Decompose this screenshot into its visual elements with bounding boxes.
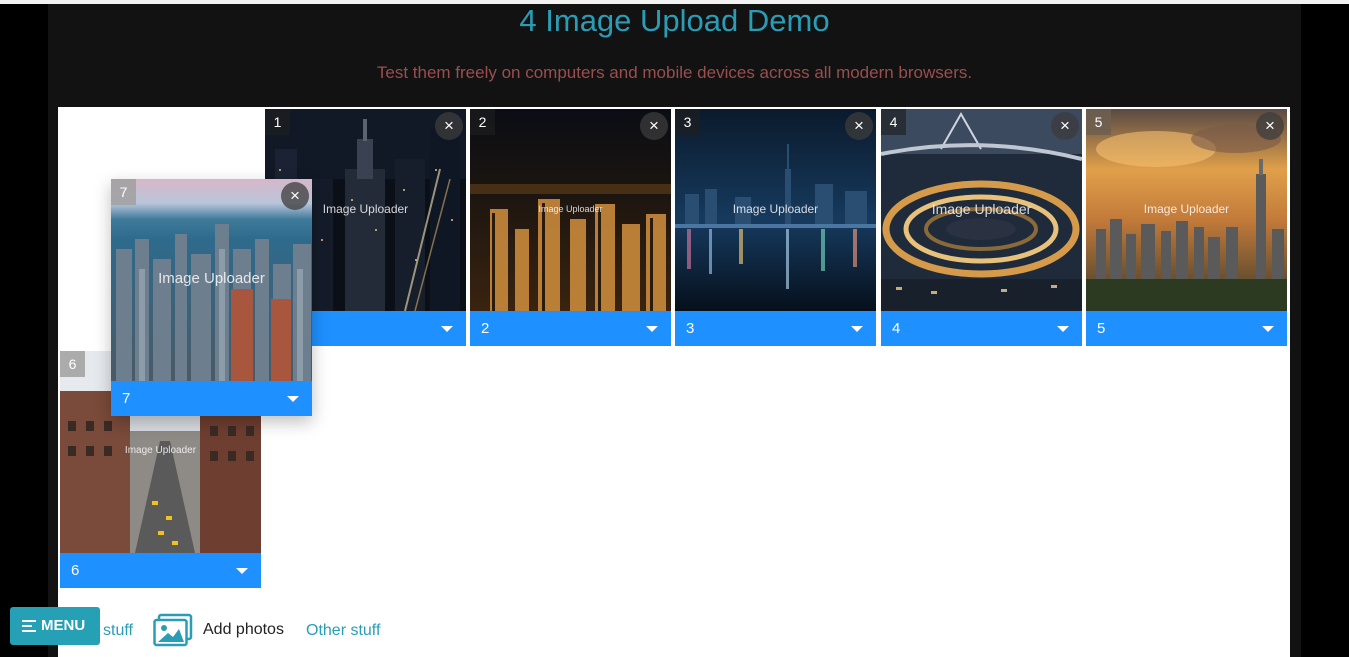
page-subtitle: Test them freely on computers and mobile… bbox=[376, 63, 973, 82]
image-watermark: Image Uploader bbox=[1143, 202, 1230, 216]
stuff-link[interactable]: stuff bbox=[103, 621, 133, 641]
image-index-badge: 3 bbox=[675, 109, 700, 135]
image-index-badge: 6 bbox=[60, 351, 85, 377]
add-photos-label: Add photos bbox=[203, 621, 284, 638]
image-tile[interactable]: Image Uploader 5 × 5 bbox=[1086, 109, 1287, 346]
close-icon[interactable]: × bbox=[640, 112, 668, 140]
image-order-select[interactable]: 7 bbox=[111, 381, 312, 416]
menu-label: MENU bbox=[41, 617, 86, 634]
image-index-badge: 7 bbox=[111, 179, 136, 205]
image-tile[interactable]: Image Uploader 4 × 4 bbox=[881, 109, 1082, 346]
photos-icon bbox=[153, 613, 193, 652]
chevron-down-icon bbox=[1262, 326, 1274, 332]
image-tile[interactable]: Image Uploader 2 × 2 bbox=[470, 109, 671, 346]
image-index-badge: 5 bbox=[1086, 109, 1111, 135]
image-index-badge: 4 bbox=[881, 109, 906, 135]
image-watermark: Image Uploader bbox=[538, 204, 603, 214]
other-stuff-link[interactable]: Other stuff bbox=[306, 621, 380, 641]
image-watermark: Image Uploader bbox=[931, 201, 1032, 217]
page-title: 4 Image Upload Demo bbox=[519, 3, 830, 38]
image-order-select[interactable]: 2 bbox=[470, 311, 671, 346]
chevron-down-icon bbox=[646, 326, 658, 332]
image-index-badge: 2 bbox=[470, 109, 495, 135]
select-value: 2 bbox=[481, 320, 490, 337]
close-icon[interactable]: × bbox=[435, 112, 463, 140]
chevron-down-icon bbox=[236, 568, 248, 574]
chevron-down-icon bbox=[851, 326, 863, 332]
close-icon[interactable]: × bbox=[1051, 112, 1079, 140]
menu-button[interactable]: MENU bbox=[10, 607, 100, 645]
select-value: 4 bbox=[892, 320, 901, 337]
image-watermark: Image Uploader bbox=[124, 445, 197, 456]
hamburger-icon bbox=[22, 620, 36, 632]
chevron-down-icon bbox=[1057, 326, 1069, 332]
image-order-select[interactable]: 4 bbox=[881, 311, 1082, 346]
select-value: 6 bbox=[71, 562, 80, 579]
uploader-panel: Image Uploader 1 × 1 bbox=[58, 107, 1290, 657]
image-tile[interactable]: Image Uploader 3 × 3 bbox=[675, 109, 876, 346]
close-icon[interactable]: × bbox=[1256, 112, 1284, 140]
image-order-select[interactable]: 5 bbox=[1086, 311, 1287, 346]
close-icon[interactable]: × bbox=[845, 112, 873, 140]
image-tile-dragging[interactable]: Image Uploader 7 × 7 bbox=[111, 179, 312, 416]
image-watermark: Image Uploader bbox=[158, 270, 265, 287]
chevron-down-icon bbox=[441, 326, 453, 332]
close-icon[interactable]: × bbox=[281, 182, 309, 210]
image-watermark: Image Uploader bbox=[732, 202, 819, 216]
select-value: 5 bbox=[1097, 320, 1106, 337]
image-index-badge: 1 bbox=[265, 109, 290, 135]
image-order-select[interactable]: 3 bbox=[675, 311, 876, 346]
chevron-down-icon bbox=[287, 396, 299, 402]
image-order-select[interactable]: 6 bbox=[60, 553, 261, 588]
select-value: 7 bbox=[122, 390, 131, 407]
select-value: 3 bbox=[686, 320, 695, 337]
